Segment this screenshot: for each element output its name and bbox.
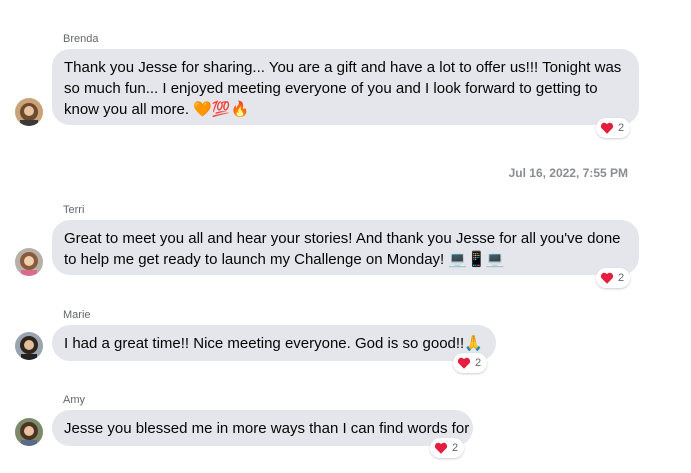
reaction-count: 2 [475, 357, 482, 369]
sender-name: Amy [63, 394, 85, 406]
red-heart-icon [457, 357, 471, 369]
message-line: know you all more. 🧡💯🔥 [64, 101, 250, 118]
reaction-count: 2 [452, 442, 459, 454]
red-heart-icon [600, 272, 614, 284]
red-heart-icon [600, 122, 614, 134]
avatar-image [15, 418, 43, 446]
message-line: so much fun... I enjoyed meeting everyon… [64, 80, 598, 97]
message-bubble[interactable]: Great to meet you all and hear your stor… [52, 220, 639, 275]
sender-name: Brenda [63, 33, 99, 45]
message-bubble[interactable]: I had a great time!! Nice meeting everyo… [52, 325, 496, 361]
message-bubble[interactable]: Thank you Jesse for sharing... You are a… [52, 49, 639, 125]
message-line: I had a great time!! Nice meeting everyo… [64, 335, 483, 352]
message-line: Jesse you blessed me in more ways than I… [64, 420, 470, 437]
red-heart-icon [434, 442, 448, 454]
avatar-image [15, 332, 43, 360]
avatar-image [15, 248, 43, 276]
message-line: Great to meet you all and hear your stor… [64, 230, 621, 247]
reaction-count: 2 [618, 272, 625, 284]
timestamp-divider: Jul 16, 2022, 7:55 PM [508, 166, 628, 180]
reaction-count: 2 [618, 122, 625, 134]
message-line: Thank you Jesse for sharing... You are a… [64, 59, 622, 76]
sender-name: Terri [63, 204, 85, 216]
avatar-image [15, 98, 43, 126]
reaction-badge[interactable]: 2 [453, 353, 488, 373]
avatar[interactable] [15, 248, 43, 276]
avatar[interactable] [15, 98, 43, 126]
avatar[interactable] [15, 332, 43, 360]
reaction-badge[interactable]: 2 [596, 268, 631, 288]
message-line: to help me get ready to launch my Challe… [64, 251, 505, 268]
reaction-badge[interactable]: 2 [596, 118, 631, 138]
reaction-badge[interactable]: 2 [430, 438, 465, 458]
message-bubble[interactable]: Jesse you blessed me in more ways than I… [52, 410, 473, 446]
avatar[interactable] [15, 418, 43, 446]
sender-name: Marie [63, 309, 91, 321]
